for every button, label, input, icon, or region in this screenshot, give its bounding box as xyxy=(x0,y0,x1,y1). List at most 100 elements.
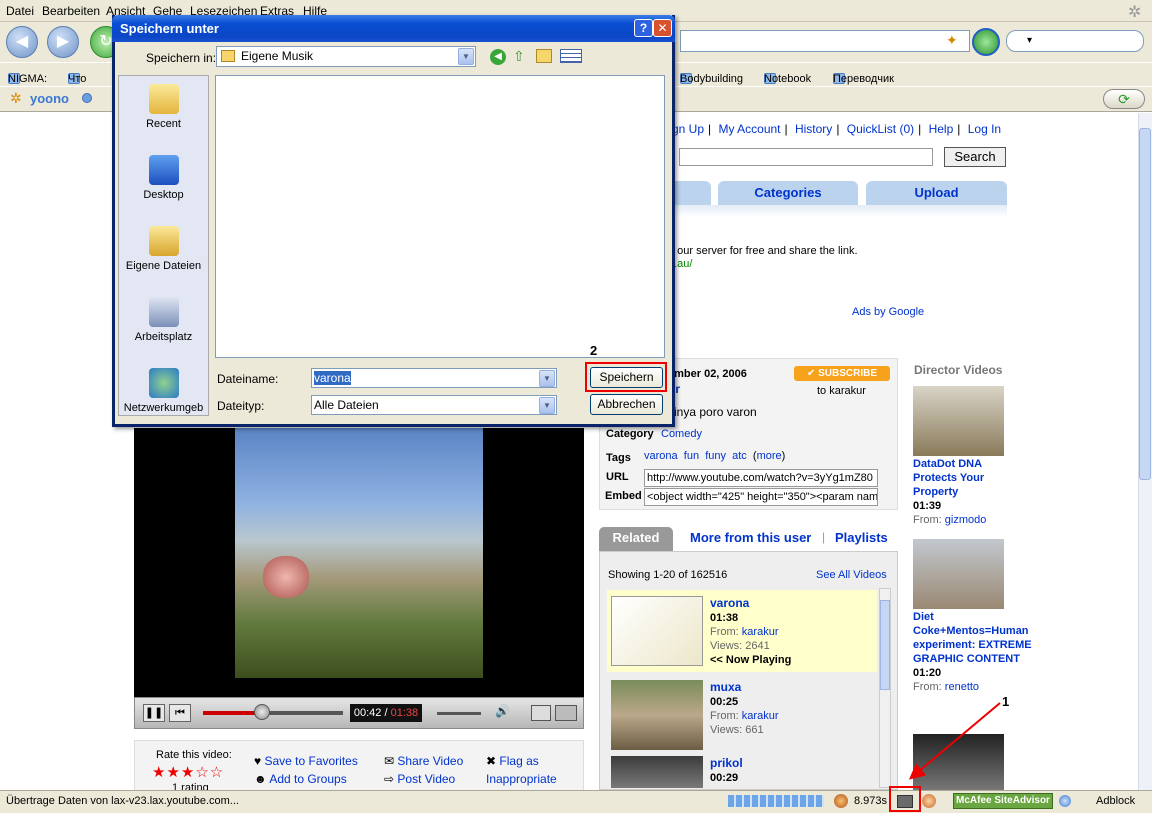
chevron-down-icon[interactable]: ▼ xyxy=(539,397,555,414)
chevron-down-icon[interactable]: ▼ xyxy=(539,370,555,387)
save-in-dropdown[interactable]: Eigene Musik xyxy=(216,46,476,67)
director-author[interactable]: renetto xyxy=(945,681,979,693)
tab-upload-label[interactable]: Upload xyxy=(914,185,958,200)
related-title[interactable]: varona xyxy=(710,596,749,610)
url-input[interactable] xyxy=(680,30,970,52)
back-icon[interactable]: ◀ xyxy=(490,49,506,65)
youtube-search-button[interactable]: Search xyxy=(944,147,1006,167)
rewind-icon[interactable]: ⏮ xyxy=(169,704,191,722)
forward-arrow-icon[interactable]: ▶ xyxy=(47,26,79,58)
add-to-groups-link[interactable]: Add to Groups xyxy=(269,772,346,786)
director-title[interactable]: DataDot DNA Protects Your Property xyxy=(913,458,984,498)
related-item[interactable]: muxa 00:25 From: karakur Views: 661 xyxy=(607,674,877,756)
fullscreen-icon[interactable] xyxy=(555,705,577,721)
tags-more-link[interactable]: more xyxy=(757,450,782,462)
youtube-search-input[interactable] xyxy=(679,148,933,166)
tab-categories[interactable]: Categories xyxy=(718,181,858,205)
save-to-favorites[interactable]: ♥ Save to Favorites xyxy=(254,754,358,768)
tab-more-from-user[interactable]: More from this user xyxy=(690,530,811,545)
inappropriate[interactable]: Inappropriate xyxy=(486,772,557,786)
related-author[interactable]: karakur xyxy=(742,710,779,722)
info-icon[interactable] xyxy=(1059,795,1071,807)
see-all-videos-link[interactable]: See All Videos xyxy=(816,569,887,581)
video-thumbnail[interactable] xyxy=(611,756,703,788)
dropdown-arrow-icon[interactable]: ▾ xyxy=(1027,35,1032,46)
save-to-favorites-link[interactable]: Save to Favorites xyxy=(264,754,357,768)
filename-input[interactable]: varona xyxy=(311,368,557,388)
related-scrollbar-thumb[interactable] xyxy=(880,600,890,690)
tab-categories-label[interactable]: Categories xyxy=(754,185,821,200)
tag-link[interactable]: atc xyxy=(732,450,747,462)
signup-link[interactable]: gn Up xyxy=(672,122,704,136)
yoono-info-icon[interactable] xyxy=(82,93,92,103)
addon-icon[interactable] xyxy=(834,794,848,808)
page-scrollbar-thumb[interactable] xyxy=(1139,128,1151,480)
video-frame[interactable] xyxy=(235,428,483,678)
yoono-logo[interactable]: yoono xyxy=(30,91,69,106)
adblock-label[interactable]: Adblock xyxy=(1096,795,1135,807)
add-to-groups[interactable]: ☻ Add to Groups xyxy=(254,772,347,786)
place-desktop[interactable]: Desktop xyxy=(118,155,209,201)
director-title[interactable]: Diet Coke+Mentos=Human experiment: EXTRE… xyxy=(913,611,1032,665)
related-title[interactable]: muxa xyxy=(710,680,741,694)
google-ad[interactable]: g o our server for free and share the li… xyxy=(668,232,858,271)
smiley-icon[interactable] xyxy=(922,794,936,808)
normal-size-icon[interactable] xyxy=(531,705,551,721)
up-folder-icon[interactable]: ⇧ xyxy=(513,48,525,65)
pause-icon[interactable]: ❚❚ xyxy=(143,704,165,722)
bookmark-star-icon[interactable]: ✦ xyxy=(946,32,958,49)
rating-stars[interactable]: ★★★☆☆ xyxy=(152,763,224,781)
tab-playlists[interactable]: Playlists xyxy=(835,530,888,545)
quicklist-link[interactable]: QuickList (0) xyxy=(847,122,914,136)
post-video[interactable]: ⇨ Post Video xyxy=(384,772,455,786)
subscribe-button[interactable]: ✔ SUBSCRIBE xyxy=(794,366,890,381)
tag-link[interactable]: varona xyxy=(644,450,678,462)
place-netzwerk[interactable]: Netzwerkumgeb xyxy=(118,368,209,414)
cancel-button[interactable]: Abbrechen xyxy=(590,394,663,415)
filetype-dropdown[interactable]: Alle Dateien xyxy=(311,395,557,415)
mcafee-siteadvisor-button[interactable]: McAfee SiteAdvisor xyxy=(953,793,1053,809)
video-thumbnail[interactable] xyxy=(611,680,703,750)
share-video-link[interactable]: Share Video xyxy=(397,754,463,768)
help-icon[interactable]: ? xyxy=(634,19,653,37)
inappropriate-link[interactable]: Inappropriate xyxy=(486,772,557,786)
menu-datei[interactable]: Datei xyxy=(6,4,34,18)
place-recent[interactable]: Recent xyxy=(118,84,209,130)
menu-bearbeiten[interactable]: Bearbeiten xyxy=(42,4,100,18)
sync-icon[interactable]: ⟳ xyxy=(1103,89,1145,109)
chevron-down-icon[interactable]: ▼ xyxy=(458,48,474,65)
video-url-field[interactable]: http://www.youtube.com/watch?v=3yYg1mZ80 xyxy=(644,469,878,487)
video-thumbnail[interactable] xyxy=(913,539,1004,609)
view-menu-icon[interactable] xyxy=(560,49,582,63)
close-icon[interactable]: ✕ xyxy=(653,19,672,37)
history-link[interactable]: History xyxy=(795,122,832,136)
related-title[interactable]: prikol xyxy=(710,756,743,770)
volume-slider[interactable] xyxy=(437,712,481,715)
ads-by-google-link[interactable]: Ads by Google xyxy=(852,306,924,318)
video-thumbnail[interactable] xyxy=(913,386,1004,456)
progress-handle[interactable] xyxy=(254,704,270,720)
my-account-link[interactable]: My Account xyxy=(718,122,780,136)
tag-link[interactable]: fun xyxy=(684,450,699,462)
flag-video[interactable]: ✖ Flag as xyxy=(486,754,539,768)
tag-link[interactable]: funy xyxy=(705,450,726,462)
help-link[interactable]: Help xyxy=(929,122,954,136)
file-list[interactable] xyxy=(215,75,665,358)
place-eigene-dateien[interactable]: Eigene Dateien xyxy=(118,226,209,272)
category-link[interactable]: Comedy xyxy=(661,428,702,440)
embed-code-field[interactable]: <object width="425" height="350"><param … xyxy=(644,488,878,506)
tab-related[interactable]: Related xyxy=(599,527,673,551)
place-arbeitsplatz[interactable]: Arbeitsplatz xyxy=(118,297,209,343)
related-item[interactable]: prikol 00:29 xyxy=(607,750,877,788)
video-thumbnail[interactable] xyxy=(611,596,703,666)
director-author[interactable]: gizmodo xyxy=(945,514,987,526)
browser-search-input[interactable]: ▾ xyxy=(1006,30,1144,52)
go-button[interactable] xyxy=(972,28,1000,56)
related-author[interactable]: karakur xyxy=(742,626,779,638)
post-video-link[interactable]: Post Video xyxy=(397,772,455,786)
volume-icon[interactable]: 🔊 xyxy=(495,704,510,718)
related-item[interactable]: varona 01:38 From: karakur Views: 2641 <… xyxy=(607,590,877,672)
tab-upload[interactable]: Upload xyxy=(866,181,1007,205)
back-arrow-icon[interactable]: ◀ xyxy=(6,26,38,58)
flag-as-link[interactable]: Flag as xyxy=(499,754,538,768)
